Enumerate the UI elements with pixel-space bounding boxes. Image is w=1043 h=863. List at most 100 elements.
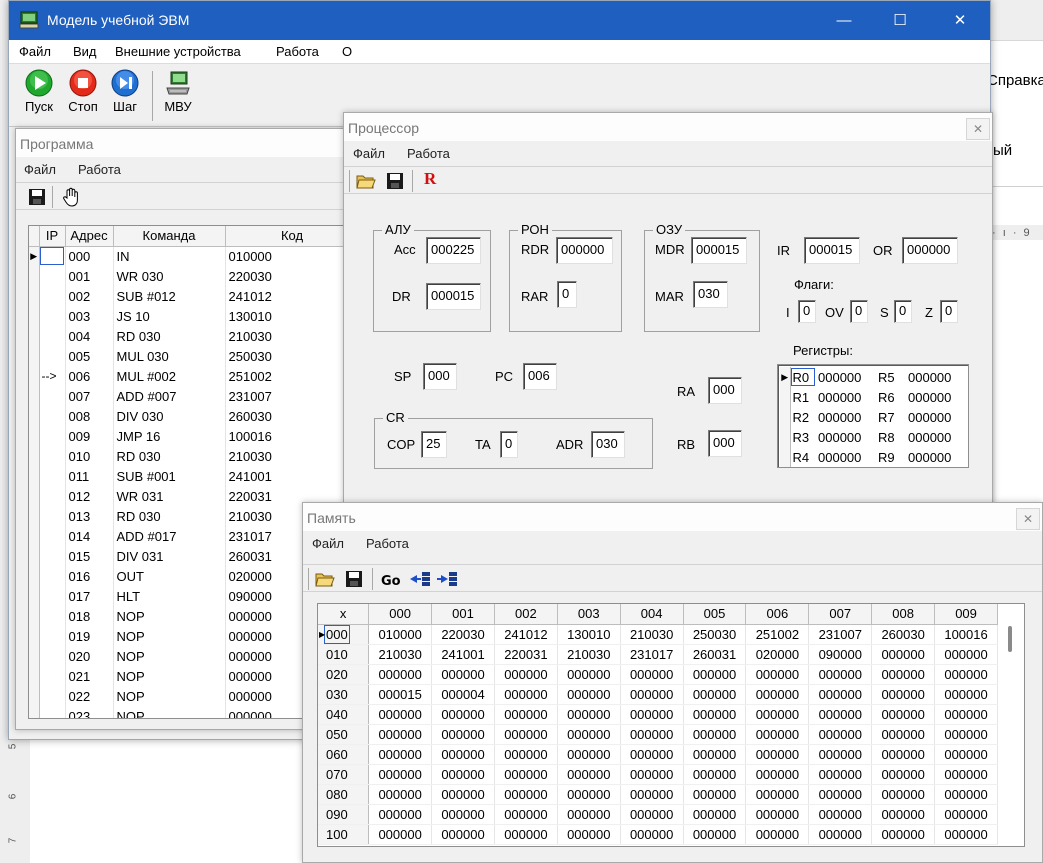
register-row[interactable]: ▶ R0 000000 R5 000000 xyxy=(780,367,968,387)
memory-cell[interactable]: 000000 xyxy=(745,704,810,725)
memory-cell[interactable]: 000000 xyxy=(683,824,747,845)
memory-cell[interactable]: 251002 xyxy=(745,624,810,645)
memory-row-address[interactable]: 060 xyxy=(318,744,370,765)
menu-file[interactable]: Файл xyxy=(19,44,51,59)
program-cell-command[interactable]: DIV 031 xyxy=(113,546,226,566)
rar-field[interactable]: 0 xyxy=(557,281,577,308)
memory-header-column[interactable]: 006 xyxy=(745,604,810,625)
program-menu-file[interactable]: Файл xyxy=(24,162,56,177)
program-row[interactable]: 002 SUB #012 241012 xyxy=(29,286,360,306)
ra-field[interactable]: 000 xyxy=(708,377,742,404)
memory-row[interactable]: 050 000000 000000 000000 000000 000000 000000 0… xyxy=(318,724,998,745)
program-cell-address[interactable]: 000 xyxy=(65,246,114,266)
program-cell-ip[interactable] xyxy=(39,486,66,506)
memory-header-column[interactable]: 004 xyxy=(620,604,684,625)
maximize-button[interactable]: ☐ xyxy=(877,1,923,40)
program-row[interactable]: 010 RD 030 210030 xyxy=(29,446,360,466)
program-cell-command[interactable]: WR 031 xyxy=(113,486,226,506)
registers-grid[interactable]: ▶ R0 000000 R5 000000 R1 000000 R6 000000 R2 00000… xyxy=(777,364,969,468)
program-cell-ip[interactable] xyxy=(39,506,66,526)
memory-cell[interactable]: 000000 xyxy=(557,824,621,845)
memory-cell[interactable]: 000000 xyxy=(368,664,433,685)
register-row[interactable]: R4 000000 R9 000000 xyxy=(780,447,968,467)
save-icon[interactable] xyxy=(343,568,365,590)
register-value[interactable]: 000000 xyxy=(816,447,876,467)
memory-cell[interactable]: 000000 xyxy=(683,664,747,685)
processor-menu-file[interactable]: Файл xyxy=(353,146,385,161)
memory-cell[interactable]: 000000 xyxy=(871,784,936,805)
memory-cell[interactable]: 000000 xyxy=(745,724,810,745)
register-name[interactable]: R2 xyxy=(790,407,816,427)
memory-cell[interactable]: 000000 xyxy=(620,684,684,705)
program-cell-address[interactable]: 022 xyxy=(65,686,114,706)
memory-row-address[interactable]: 070 xyxy=(318,764,370,785)
memory-header-column[interactable]: 008 xyxy=(871,604,936,625)
memory-cell[interactable]: 000000 xyxy=(808,764,873,785)
register-name[interactable]: R0 xyxy=(790,367,816,387)
menu-about[interactable]: О xyxy=(342,44,352,59)
program-cell-code[interactable]: 130010 xyxy=(225,306,360,326)
memory-cell[interactable]: 000000 xyxy=(620,724,684,745)
memory-cell[interactable]: 000000 xyxy=(934,644,998,665)
memory-cell[interactable]: 210030 xyxy=(368,644,433,665)
program-cell-command[interactable]: RD 030 xyxy=(113,326,226,346)
sp-field[interactable]: 000 xyxy=(423,363,457,390)
program-cell-ip[interactable] xyxy=(39,286,66,306)
program-cell-address[interactable]: 012 xyxy=(65,486,114,506)
memory-cell[interactable]: 000000 xyxy=(871,804,936,825)
memory-cell[interactable]: 000000 xyxy=(368,804,433,825)
program-cell-ip[interactable] xyxy=(39,586,66,606)
memory-cell[interactable]: 000000 xyxy=(368,704,433,725)
program-row[interactable]: 003 JS 10 130010 xyxy=(29,306,360,326)
memory-cell[interactable]: 231017 xyxy=(620,644,684,665)
memory-cell[interactable]: 000000 xyxy=(808,704,873,725)
register-row[interactable]: R2 000000 R7 000000 xyxy=(780,407,968,427)
program-cell-address[interactable]: 003 xyxy=(65,306,114,326)
program-cell-address[interactable]: 005 xyxy=(65,346,114,366)
memory-row[interactable]: 060 000000 000000 000000 000000 000000 000000 0… xyxy=(318,744,998,765)
memory-menu-file[interactable]: Файл xyxy=(312,536,344,551)
program-cell-command[interactable]: SUB #001 xyxy=(113,466,226,486)
memory-header-column[interactable]: 001 xyxy=(431,604,495,625)
memory-row[interactable]: 020 000000 000000 000000 000000 000000 000000 0… xyxy=(318,664,998,685)
program-cell-command[interactable]: NOP xyxy=(113,706,226,718)
memory-cell[interactable]: 000000 xyxy=(871,644,936,665)
adr-field[interactable]: 030 xyxy=(591,431,625,458)
memory-row-address[interactable]: ▶ 000 xyxy=(318,624,370,645)
register-name[interactable]: R6 xyxy=(876,387,906,407)
program-row[interactable]: 004 RD 030 210030 xyxy=(29,326,360,346)
program-cell-code[interactable]: 100016 xyxy=(225,426,360,446)
program-cell-address[interactable]: 007 xyxy=(65,386,114,406)
memory-cell[interactable]: 000000 xyxy=(683,764,747,785)
program-cell-address[interactable]: 002 xyxy=(65,286,114,306)
memory-row[interactable]: 030 000015 000004 000000 000000 000000 000000 0… xyxy=(318,684,998,705)
memory-cell[interactable]: 260031 xyxy=(683,644,747,665)
memory-cell[interactable]: 000000 xyxy=(871,724,936,745)
menu-external-devices[interactable]: Внешние устройства xyxy=(115,44,241,59)
register-name[interactable]: R3 xyxy=(790,427,816,447)
memory-cell[interactable]: 000000 xyxy=(934,784,998,805)
register-value[interactable]: 000000 xyxy=(906,387,968,407)
memory-cell[interactable]: 000000 xyxy=(808,684,873,705)
register-value[interactable]: 000000 xyxy=(816,367,876,387)
program-cell-ip[interactable] xyxy=(39,606,66,626)
memory-header-column[interactable]: 000 xyxy=(368,604,433,625)
program-cell-ip[interactable] xyxy=(39,686,66,706)
program-cell-address[interactable]: 020 xyxy=(65,646,114,666)
memory-cell[interactable]: 000000 xyxy=(494,704,558,725)
program-cell-code[interactable]: 220030 xyxy=(225,266,360,286)
program-cell-address[interactable]: 011 xyxy=(65,466,114,486)
memory-cell[interactable]: 000000 xyxy=(494,804,558,825)
program-cell-ip[interactable] xyxy=(39,326,66,346)
rb-field[interactable]: 000 xyxy=(708,430,742,457)
memory-cell[interactable]: 000000 xyxy=(745,744,810,765)
program-cell-command[interactable]: NOP xyxy=(113,626,226,646)
program-cell-command[interactable]: ADD #007 xyxy=(113,386,226,406)
memory-row-address[interactable]: 080 xyxy=(318,784,370,805)
program-cell-ip[interactable] xyxy=(39,566,66,586)
memory-row[interactable]: 010 210030 241001 220031 210030 231017 260031 0… xyxy=(318,644,998,665)
program-cell-code[interactable]: 241012 xyxy=(225,286,360,306)
memory-row[interactable]: 100 000000 000000 000000 000000 000000 000000 0… xyxy=(318,824,998,845)
program-cell-command[interactable]: WR 030 xyxy=(113,266,226,286)
program-cell-code[interactable]: 251002 xyxy=(225,366,360,386)
